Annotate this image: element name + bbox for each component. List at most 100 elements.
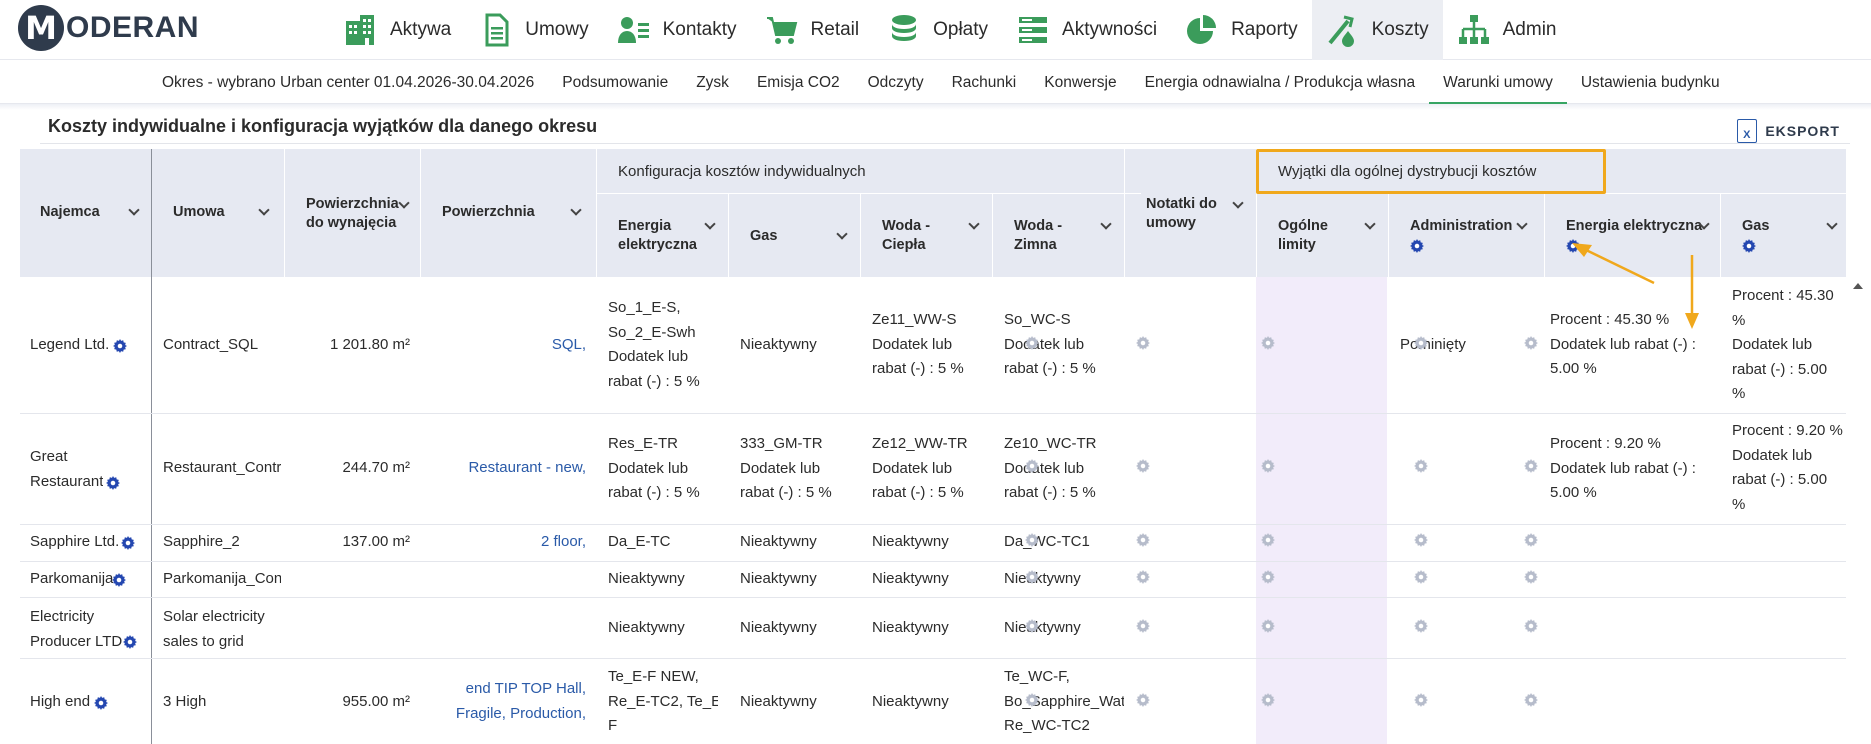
settings-gear-icon[interactable] <box>1414 533 1428 547</box>
settings-gear-icon[interactable] <box>1136 693 1150 707</box>
subnav-odczyty[interactable]: Odczyty <box>854 61 938 104</box>
space-link[interactable]: 2 floor, <box>420 530 586 555</box>
settings-gear-icon[interactable] <box>1025 570 1039 584</box>
contract-cell[interactable]: Solar electricity sales to grid <box>163 605 265 654</box>
settings-gear-icon[interactable] <box>94 696 108 710</box>
page-title: Koszty indywidualne i konfiguracja wyjąt… <box>48 116 598 136</box>
header-energia-exceptions[interactable]: Energia elektryczna <box>1566 217 1702 236</box>
settings-gear-icon[interactable] <box>1742 239 1756 253</box>
settings-gear-icon[interactable] <box>1261 336 1275 350</box>
settings-gear-icon[interactable] <box>1025 459 1039 473</box>
header-najemca[interactable]: Najemca <box>40 203 100 222</box>
tenant-cell[interactable]: Electricity Producer LTD <box>30 605 122 654</box>
space-link[interactable]: Restaurant - new, <box>420 456 586 481</box>
nav-aktywnosci[interactable]: Aktywności <box>1002 0 1171 60</box>
settings-gear-icon[interactable] <box>1136 619 1150 633</box>
settings-gear-icon[interactable] <box>1136 533 1150 547</box>
header-administration[interactable]: Administration <box>1410 217 1512 236</box>
settings-gear-icon[interactable] <box>113 339 127 353</box>
cell-line: Dodatek lub <box>740 459 821 477</box>
tenant-cell[interactable]: High end <box>30 690 90 715</box>
subnav-warunki-umowy[interactable]: Warunki umowy <box>1429 61 1567 105</box>
contract-cell[interactable]: Contract_SQL <box>163 333 281 358</box>
tenant-cell[interactable]: Great Restaurant <box>30 445 103 494</box>
subnav-emisja-co2[interactable]: Emisja CO2 <box>743 61 854 104</box>
subnav-period[interactable]: Okres - wybrano Urban center 01.04.2026-… <box>148 61 548 104</box>
settings-gear-icon[interactable] <box>123 635 137 649</box>
export-button[interactable]: X EKSPORT <box>1737 119 1840 143</box>
nav-retail[interactable]: Retail <box>751 0 874 60</box>
settings-gear-icon[interactable] <box>1261 693 1275 707</box>
nav-aktywa[interactable]: Aktywa <box>330 0 465 60</box>
settings-gear-icon[interactable] <box>1414 336 1428 350</box>
settings-gear-icon[interactable] <box>1524 459 1538 473</box>
settings-gear-icon[interactable] <box>1524 570 1538 584</box>
settings-gear-icon[interactable] <box>1524 336 1538 350</box>
cell-line: Te_WC-F, <box>1004 668 1070 685</box>
tenant-cell[interactable]: Parkomanija <box>30 567 113 592</box>
settings-gear-icon[interactable] <box>1025 533 1039 547</box>
header-umowa[interactable]: Umowa <box>173 203 225 222</box>
nav-kontakty[interactable]: Kontakty <box>603 0 751 60</box>
settings-gear-icon[interactable] <box>1524 619 1538 633</box>
header-divider <box>1124 149 1125 277</box>
settings-gear-icon[interactable] <box>112 573 126 587</box>
settings-gear-icon[interactable] <box>1414 619 1428 633</box>
cell-line: % <box>1732 311 1746 329</box>
nav-raporty[interactable]: Raporty <box>1171 0 1312 60</box>
settings-gear-icon[interactable] <box>1261 459 1275 473</box>
settings-gear-icon[interactable] <box>1414 570 1428 584</box>
subnav-podsumowanie[interactable]: Podsumowanie <box>548 61 682 104</box>
settings-gear-icon[interactable] <box>1414 693 1428 707</box>
space-link[interactable]: SQL, <box>420 333 586 358</box>
nav-oplaty[interactable]: Opłaty <box>873 0 1002 60</box>
nav-umowy[interactable]: Umowy <box>465 0 602 60</box>
subnav-zysk[interactable]: Zysk <box>682 61 743 104</box>
settings-gear-icon[interactable] <box>1524 533 1538 547</box>
excel-file-icon: X <box>1737 119 1758 143</box>
settings-gear-icon[interactable] <box>1025 693 1039 707</box>
space-link[interactable]: end TIP TOP Hall, Fragile, Production, <box>420 677 586 726</box>
header-energia-elektryczna[interactable]: Energia elektryczna <box>618 217 697 255</box>
settings-gear-icon[interactable] <box>1025 336 1039 350</box>
subnav-energia-odnawialna[interactable]: Energia odnawialna / Produkcja własna <box>1131 61 1430 104</box>
tenant-cell[interactable]: Sapphire Ltd. <box>30 530 119 555</box>
settings-gear-icon[interactable] <box>1136 336 1150 350</box>
header-woda-zimna[interactable]: Woda - Zimna <box>1014 217 1062 255</box>
nav-admin[interactable]: Admin <box>1443 0 1571 60</box>
cell-line: Dodatek lub <box>608 348 689 365</box>
settings-gear-icon[interactable] <box>1414 459 1428 473</box>
contract-cell[interactable]: Sapphire_2 <box>163 530 281 555</box>
subnav-ustawienia-budynku[interactable]: Ustawienia budynku <box>1567 61 1734 104</box>
header-gas-exceptions[interactable]: Gas <box>1742 217 1769 236</box>
tenant-cell[interactable]: Legend Ltd. <box>30 333 109 358</box>
settings-gear-icon[interactable] <box>1136 459 1150 473</box>
nav-koszty[interactable]: Koszty <box>1311 0 1443 60</box>
contract-cell[interactable]: Parkomanija_Con <box>163 567 281 592</box>
header-woda-ciepla[interactable]: Woda - Ciepła <box>882 217 930 255</box>
settings-gear-icon[interactable] <box>1025 619 1039 633</box>
settings-gear-icon[interactable] <box>121 536 135 550</box>
header-notatki-do-umowy[interactable]: Notatki do umowy <box>1146 195 1217 233</box>
settings-gear-icon[interactable] <box>1524 693 1538 707</box>
header-gas[interactable]: Gas <box>750 227 777 246</box>
subnav-rachunki[interactable]: Rachunki <box>938 61 1031 104</box>
scroll-up-arrow-icon[interactable] <box>1853 283 1863 289</box>
settings-gear-icon[interactable] <box>106 476 120 490</box>
header-powierzchnia[interactable]: Powierzchnia <box>442 203 535 222</box>
settings-gear-icon[interactable] <box>1261 533 1275 547</box>
contract-cell[interactable]: Restaurant_Contr <box>163 456 281 481</box>
contract-cell[interactable]: 3 High <box>163 690 206 715</box>
settings-gear-icon[interactable] <box>1410 239 1424 253</box>
settings-gear-icon[interactable] <box>1136 570 1150 584</box>
settings-gear-icon[interactable] <box>1261 570 1275 584</box>
subnav-konwersje[interactable]: Konwersje <box>1030 61 1130 104</box>
row-divider <box>20 597 1846 598</box>
moderan-logo[interactable]: M ODERAN <box>18 5 199 51</box>
nav-label: Koszty <box>1371 19 1429 40</box>
document-icon <box>479 13 513 47</box>
settings-gear-icon[interactable] <box>1261 619 1275 633</box>
row-divider <box>20 524 1846 525</box>
header-ogolne-limity[interactable]: Ogólne limity <box>1278 217 1328 255</box>
header-powierzchnia-do-wynajecia[interactable]: Powierzchnia do wynajęcia <box>306 195 399 233</box>
